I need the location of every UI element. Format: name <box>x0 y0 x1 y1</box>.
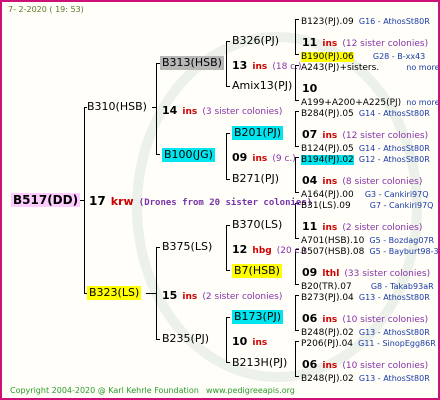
g2-queen-2[interactable]: B100(JG) <box>162 148 215 162</box>
g2-info-2: 09 ins (9 c.) <box>232 151 296 164</box>
g1-info-2: 15 ins (2 sister colonies) <box>162 289 283 302</box>
connector-line <box>226 41 227 87</box>
g3-queen-7[interactable]: B173(PJ) <box>232 310 284 324</box>
root-year: 17 <box>89 194 106 208</box>
pedigree-frame: 7- 2-2020 ( 19: 53) B517(DD) 17 krw (Dro… <box>0 0 440 400</box>
g4-row-9[interactable]: B31(LS).09 G7 - Cankiri97Q <box>301 196 433 213</box>
date-label: 7- 2-2020 ( 19: 53) <box>8 5 84 14</box>
connector-line <box>295 284 299 285</box>
g2-info-3: 12 hbg (20 c.) <box>232 243 306 256</box>
root-info: 17 krw (Drones from 20 sister colonies) <box>89 193 312 210</box>
g2-queen-4[interactable]: B235(PJ) <box>162 332 209 346</box>
footer-copyright: Copyright 2004-2020 @ Karl Kehrle Founda… <box>10 386 199 395</box>
connector-line <box>156 63 157 155</box>
connector-line <box>156 247 157 340</box>
g4-row-5[interactable]: B284(PJ).05 G14 - AthosSt80R <box>301 104 430 121</box>
g1-queen-1[interactable]: B310(HSB) <box>87 100 147 114</box>
g1-info-1: 14 ins (3 sister colonies) <box>162 104 283 117</box>
g3-queen-8[interactable]: B213H(PJ) <box>232 356 287 370</box>
connector-line <box>295 330 299 331</box>
connector-line <box>295 100 299 101</box>
connector-line <box>226 317 230 318</box>
root-ins: krw <box>110 195 134 208</box>
g2-queen-3[interactable]: B375(LS) <box>162 240 212 254</box>
connector-line <box>295 295 299 296</box>
footer-site-link[interactable]: www.pedigreeapis.org <box>206 384 295 398</box>
connector-line <box>295 19 296 55</box>
g3-queen-5[interactable]: B370(LS) <box>232 218 282 232</box>
connector-line <box>156 339 160 340</box>
g3-queen-2[interactable]: Amix13(PJ) <box>232 79 292 93</box>
connector-line <box>226 270 230 271</box>
g4-row-13[interactable]: B273(PJ).04 G13 - AthosSt80R <box>301 288 430 305</box>
connector-line <box>295 376 299 377</box>
connector-line <box>295 341 299 342</box>
connector-line <box>295 111 299 112</box>
g4-row-15[interactable]: P206(PJ).04 G11 - SinopEgg86R <box>301 334 436 351</box>
connector-line <box>226 225 230 226</box>
connector-line <box>156 154 160 155</box>
connector-line <box>295 146 299 147</box>
connector-line <box>226 179 230 180</box>
connector-line <box>226 133 230 134</box>
g4-row-16[interactable]: B248(PJ).02 G13 - AthosSt80R <box>301 369 430 386</box>
connector-line <box>226 362 230 363</box>
connector-line <box>295 341 296 377</box>
connector-line <box>295 295 296 331</box>
connector-line <box>84 107 85 294</box>
connector-line <box>295 238 299 239</box>
g1-queen-2[interactable]: B323(LS) <box>87 286 142 300</box>
connector-line <box>226 225 227 271</box>
connector-line <box>226 41 230 42</box>
g2-queen-1[interactable]: B313(HSB) <box>160 56 224 70</box>
root-queen[interactable]: B517(DD) <box>11 193 81 207</box>
g3-queen-3[interactable]: B201(PJ) <box>232 126 284 140</box>
connector-line <box>295 54 299 55</box>
connector-line <box>146 293 156 294</box>
g3-queen-6[interactable]: B7(HSB) <box>232 264 282 278</box>
g4-row-3[interactable]: A243(PJ)+sisters. no more <box>301 58 438 75</box>
g3-queen-4[interactable]: B271(PJ) <box>232 172 279 186</box>
g2-info-1: 13 ins (18 c.) <box>232 59 302 72</box>
connector-line <box>226 133 227 180</box>
connector-line <box>226 317 227 363</box>
g4-row-11[interactable]: B507(HSB).08 G5 - Bayburt98-3 <box>301 242 438 259</box>
g4-row-1[interactable]: B123(PJ).09 G16 - AthosSt80R <box>301 12 430 29</box>
g2-info-4: 10 ins <box>232 335 268 348</box>
root-drones-note: (Drones from 20 sister colonies) <box>138 198 313 208</box>
connector-line <box>295 19 299 20</box>
g4-row-7[interactable]: B194(PJ).02 G12 - AthosSt80R <box>301 150 430 167</box>
connector-line <box>156 247 160 248</box>
connector-line <box>226 86 230 87</box>
connector-line <box>295 111 296 147</box>
g3-queen-1[interactable]: B326(PJ) <box>232 34 279 48</box>
